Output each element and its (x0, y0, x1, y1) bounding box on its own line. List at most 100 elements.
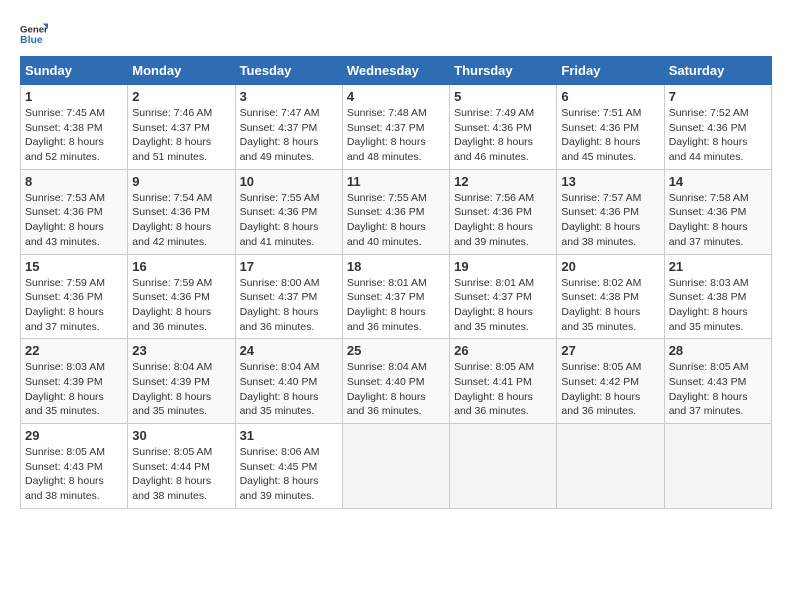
calendar-cell: 5 Sunrise: 7:49 AM Sunset: 4:36 PM Dayli… (450, 85, 557, 170)
day-info: Sunrise: 8:05 AM Sunset: 4:43 PM Dayligh… (669, 360, 767, 419)
calendar-cell: 22 Sunrise: 8:03 AM Sunset: 4:39 PM Dayl… (21, 339, 128, 424)
day-number: 13 (561, 174, 659, 189)
day-number: 18 (347, 259, 445, 274)
day-header: Monday (128, 57, 235, 85)
day-number: 26 (454, 343, 552, 358)
day-info: Sunrise: 7:59 AM Sunset: 4:36 PM Dayligh… (25, 276, 123, 335)
day-info: Sunrise: 7:51 AM Sunset: 4:36 PM Dayligh… (561, 106, 659, 165)
day-info: Sunrise: 7:46 AM Sunset: 4:37 PM Dayligh… (132, 106, 230, 165)
calendar-cell: 11 Sunrise: 7:55 AM Sunset: 4:36 PM Dayl… (342, 169, 449, 254)
day-number: 1 (25, 89, 123, 104)
day-number: 3 (240, 89, 338, 104)
day-number: 5 (454, 89, 552, 104)
calendar: SundayMondayTuesdayWednesdayThursdayFrid… (20, 56, 772, 509)
day-info: Sunrise: 7:45 AM Sunset: 4:38 PM Dayligh… (25, 106, 123, 165)
calendar-cell: 20 Sunrise: 8:02 AM Sunset: 4:38 PM Dayl… (557, 254, 664, 339)
day-info: Sunrise: 8:02 AM Sunset: 4:38 PM Dayligh… (561, 276, 659, 335)
day-number: 17 (240, 259, 338, 274)
page-header: General Blue (20, 20, 772, 48)
day-info: Sunrise: 7:57 AM Sunset: 4:36 PM Dayligh… (561, 191, 659, 250)
calendar-body: 1 Sunrise: 7:45 AM Sunset: 4:38 PM Dayli… (21, 85, 772, 509)
calendar-cell: 4 Sunrise: 7:48 AM Sunset: 4:37 PM Dayli… (342, 85, 449, 170)
day-header: Saturday (664, 57, 771, 85)
day-number: 25 (347, 343, 445, 358)
day-info: Sunrise: 8:04 AM Sunset: 4:40 PM Dayligh… (347, 360, 445, 419)
day-number: 2 (132, 89, 230, 104)
calendar-cell: 9 Sunrise: 7:54 AM Sunset: 4:36 PM Dayli… (128, 169, 235, 254)
calendar-cell (450, 424, 557, 509)
day-info: Sunrise: 7:53 AM Sunset: 4:36 PM Dayligh… (25, 191, 123, 250)
calendar-cell (664, 424, 771, 509)
day-number: 9 (132, 174, 230, 189)
day-number: 6 (561, 89, 659, 104)
day-number: 30 (132, 428, 230, 443)
svg-text:Blue: Blue (20, 34, 43, 46)
day-number: 31 (240, 428, 338, 443)
day-number: 20 (561, 259, 659, 274)
day-number: 14 (669, 174, 767, 189)
day-number: 8 (25, 174, 123, 189)
day-number: 7 (669, 89, 767, 104)
calendar-cell (557, 424, 664, 509)
calendar-cell: 21 Sunrise: 8:03 AM Sunset: 4:38 PM Dayl… (664, 254, 771, 339)
day-number: 23 (132, 343, 230, 358)
calendar-cell: 31 Sunrise: 8:06 AM Sunset: 4:45 PM Dayl… (235, 424, 342, 509)
day-number: 12 (454, 174, 552, 189)
day-header: Sunday (21, 57, 128, 85)
calendar-cell: 30 Sunrise: 8:05 AM Sunset: 4:44 PM Dayl… (128, 424, 235, 509)
day-info: Sunrise: 8:05 AM Sunset: 4:42 PM Dayligh… (561, 360, 659, 419)
day-info: Sunrise: 7:48 AM Sunset: 4:37 PM Dayligh… (347, 106, 445, 165)
day-info: Sunrise: 8:04 AM Sunset: 4:40 PM Dayligh… (240, 360, 338, 419)
day-info: Sunrise: 8:05 AM Sunset: 4:44 PM Dayligh… (132, 445, 230, 504)
day-header: Tuesday (235, 57, 342, 85)
calendar-cell: 14 Sunrise: 7:58 AM Sunset: 4:36 PM Dayl… (664, 169, 771, 254)
calendar-cell: 29 Sunrise: 8:05 AM Sunset: 4:43 PM Dayl… (21, 424, 128, 509)
calendar-cell: 13 Sunrise: 7:57 AM Sunset: 4:36 PM Dayl… (557, 169, 664, 254)
day-header: Friday (557, 57, 664, 85)
day-header: Wednesday (342, 57, 449, 85)
calendar-cell: 10 Sunrise: 7:55 AM Sunset: 4:36 PM Dayl… (235, 169, 342, 254)
day-info: Sunrise: 7:52 AM Sunset: 4:36 PM Dayligh… (669, 106, 767, 165)
day-info: Sunrise: 7:55 AM Sunset: 4:36 PM Dayligh… (347, 191, 445, 250)
calendar-cell (342, 424, 449, 509)
day-number: 28 (669, 343, 767, 358)
calendar-week-row: 15 Sunrise: 7:59 AM Sunset: 4:36 PM Dayl… (21, 254, 772, 339)
calendar-header-row: SundayMondayTuesdayWednesdayThursdayFrid… (21, 57, 772, 85)
calendar-cell: 7 Sunrise: 7:52 AM Sunset: 4:36 PM Dayli… (664, 85, 771, 170)
calendar-cell: 23 Sunrise: 8:04 AM Sunset: 4:39 PM Dayl… (128, 339, 235, 424)
day-number: 21 (669, 259, 767, 274)
day-number: 10 (240, 174, 338, 189)
day-info: Sunrise: 8:06 AM Sunset: 4:45 PM Dayligh… (240, 445, 338, 504)
calendar-cell: 17 Sunrise: 8:00 AM Sunset: 4:37 PM Dayl… (235, 254, 342, 339)
day-info: Sunrise: 7:47 AM Sunset: 4:37 PM Dayligh… (240, 106, 338, 165)
calendar-week-row: 8 Sunrise: 7:53 AM Sunset: 4:36 PM Dayli… (21, 169, 772, 254)
calendar-cell: 18 Sunrise: 8:01 AM Sunset: 4:37 PM Dayl… (342, 254, 449, 339)
calendar-cell: 28 Sunrise: 8:05 AM Sunset: 4:43 PM Dayl… (664, 339, 771, 424)
calendar-cell: 12 Sunrise: 7:56 AM Sunset: 4:36 PM Dayl… (450, 169, 557, 254)
day-number: 27 (561, 343, 659, 358)
day-info: Sunrise: 8:04 AM Sunset: 4:39 PM Dayligh… (132, 360, 230, 419)
day-number: 29 (25, 428, 123, 443)
day-info: Sunrise: 7:49 AM Sunset: 4:36 PM Dayligh… (454, 106, 552, 165)
calendar-week-row: 1 Sunrise: 7:45 AM Sunset: 4:38 PM Dayli… (21, 85, 772, 170)
calendar-cell: 24 Sunrise: 8:04 AM Sunset: 4:40 PM Dayl… (235, 339, 342, 424)
calendar-week-row: 22 Sunrise: 8:03 AM Sunset: 4:39 PM Dayl… (21, 339, 772, 424)
day-info: Sunrise: 8:01 AM Sunset: 4:37 PM Dayligh… (454, 276, 552, 335)
day-number: 11 (347, 174, 445, 189)
calendar-cell: 2 Sunrise: 7:46 AM Sunset: 4:37 PM Dayli… (128, 85, 235, 170)
day-header: Thursday (450, 57, 557, 85)
day-number: 15 (25, 259, 123, 274)
logo-icon: General Blue (20, 20, 48, 48)
day-info: Sunrise: 7:56 AM Sunset: 4:36 PM Dayligh… (454, 191, 552, 250)
logo: General Blue (20, 20, 48, 48)
calendar-cell: 25 Sunrise: 8:04 AM Sunset: 4:40 PM Dayl… (342, 339, 449, 424)
calendar-cell: 19 Sunrise: 8:01 AM Sunset: 4:37 PM Dayl… (450, 254, 557, 339)
calendar-cell: 15 Sunrise: 7:59 AM Sunset: 4:36 PM Dayl… (21, 254, 128, 339)
calendar-week-row: 29 Sunrise: 8:05 AM Sunset: 4:43 PM Dayl… (21, 424, 772, 509)
day-info: Sunrise: 7:58 AM Sunset: 4:36 PM Dayligh… (669, 191, 767, 250)
day-number: 22 (25, 343, 123, 358)
calendar-cell: 1 Sunrise: 7:45 AM Sunset: 4:38 PM Dayli… (21, 85, 128, 170)
day-info: Sunrise: 8:03 AM Sunset: 4:39 PM Dayligh… (25, 360, 123, 419)
calendar-cell: 8 Sunrise: 7:53 AM Sunset: 4:36 PM Dayli… (21, 169, 128, 254)
day-info: Sunrise: 8:05 AM Sunset: 4:41 PM Dayligh… (454, 360, 552, 419)
